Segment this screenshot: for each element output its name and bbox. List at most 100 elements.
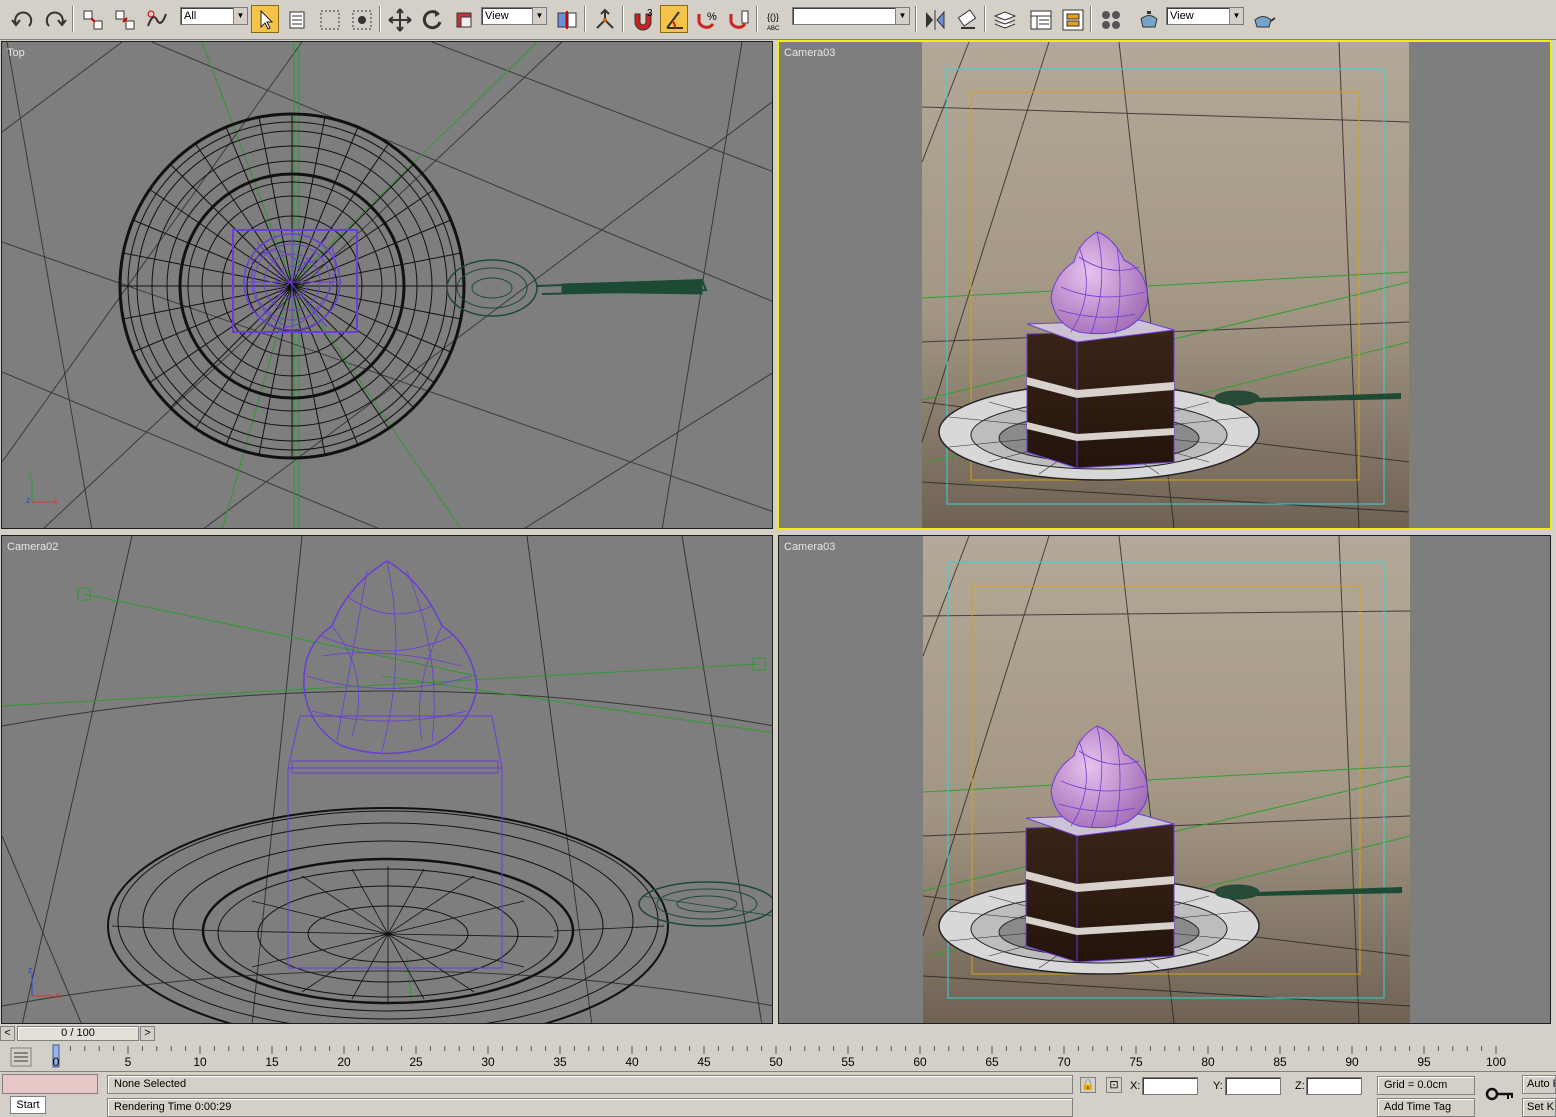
status-bar: Start None Selected Rendering Time 0:00:… [0,1071,1556,1117]
rendering-time-status: Rendering Time 0:00:29 [107,1098,1073,1117]
reference-coordinate-system-value: View [485,10,509,22]
selection-status: None Selected [107,1075,1073,1094]
tick-label: 90 [1345,1055,1359,1069]
select-and-rotate-icon[interactable] [417,5,445,33]
tick-label: 75 [1129,1055,1143,1069]
named-selection-sets-dropdown[interactable]: ▼ [792,7,910,25]
tick-label: 100 [1485,1055,1507,1069]
bind-space-warp-icon[interactable] [142,5,170,33]
add-time-tag-button[interactable]: Add Time Tag [1377,1098,1475,1117]
time-slider-prev-button[interactable]: < [0,1026,15,1041]
tick-label: 35 [553,1055,567,1069]
chevron-down-icon: ▼ [1229,8,1243,24]
tick-label: 60 [913,1055,927,1069]
chevron-down-icon: ▼ [895,8,909,24]
select-and-scale-icon[interactable] [449,5,477,33]
use-pivot-center-icon[interactable] [552,5,580,33]
schematic-view-icon[interactable] [1058,5,1086,33]
viewport-camera02[interactable]: x z Camera02 [1,535,773,1024]
percent-badge: % [707,11,717,23]
tick-label: 25 [409,1055,423,1069]
angle-snap-toggle-icon[interactable] [660,5,688,33]
y-label: Y: [1213,1080,1223,1092]
set-key-button[interactable]: Set K [1522,1098,1556,1117]
x-coordinate-field[interactable] [1142,1077,1198,1095]
track-bar[interactable]: 0 5 10 15 20 25 30 35 40 45 50 55 60 65 70 75 80 85 90 95 10… [0,1043,1556,1071]
viewport-top[interactable]: x y z Top [1,41,773,529]
tick-label: 15 [265,1055,279,1069]
tick-label: 40 [625,1055,639,1069]
tick-label: 45 [697,1055,711,1069]
material-editor-icon[interactable] [1096,5,1124,33]
tick-label: 80 [1201,1055,1215,1069]
grid-size-display: Grid = 0.0cm [1377,1076,1475,1095]
tick-label: 5 [124,1055,132,1069]
z-label: Z: [1295,1080,1305,1092]
z-coordinate-field[interactable] [1306,1077,1362,1095]
percent-snap-icon[interactable]: % [692,5,720,33]
time-slider-thumb[interactable]: 0 / 100 [17,1026,139,1041]
camera03-render-scene [779,536,1550,1023]
viewport-label[interactable]: Camera02 [7,541,58,553]
camera02-wireframe-scene: x z [2,536,772,1023]
start-button[interactable]: Start [10,1096,46,1114]
tick-label: 30 [481,1055,495,1069]
svg-text:x: x [53,496,58,506]
x-label: X: [1130,1080,1141,1092]
quick-render-icon[interactable] [1248,5,1276,33]
tick-label: 85 [1273,1055,1287,1069]
render-setup-icon[interactable] [1134,5,1162,33]
select-and-manipulate-icon[interactable] [590,5,618,33]
unlink-selection-icon[interactable] [110,5,138,33]
spinner-snap-icon[interactable] [724,5,752,33]
viewport-label[interactable]: Camera03 [784,47,835,59]
curve-editor-icon[interactable] [1026,5,1054,33]
selection-filter-dropdown[interactable]: All ▼ [180,7,248,25]
tick-label: 95 [1417,1055,1431,1069]
render-view-dropdown[interactable]: View ▼ [1166,7,1244,25]
svg-text:z: z [28,965,33,975]
reference-coordinate-system-dropdown[interactable]: View ▼ [481,7,547,25]
viewport-label[interactable]: Top [7,47,25,59]
chevron-down-icon: ▼ [233,8,247,24]
mirror-icon[interactable] [920,5,948,33]
viewport-camera03[interactable]: Camera03 [778,535,1551,1024]
select-and-move-icon[interactable] [385,5,413,33]
selection-filter-value: All [184,10,197,22]
tick-label: 0 [52,1055,60,1069]
align-icon[interactable] [952,5,980,33]
svg-text:y: y [28,470,33,480]
rectangular-selection-region-icon[interactable] [315,5,343,33]
redo-icon[interactable] [40,5,68,33]
chevron-down-icon: ▼ [532,8,546,24]
y-coordinate-field[interactable] [1225,1077,1281,1095]
lock-icon[interactable]: 🔒 [1080,1077,1096,1093]
layer-manager-icon[interactable] [990,5,1018,33]
svg-text:ABC: ABC [767,26,780,32]
select-object-icon[interactable] [251,5,279,33]
absolute-relative-toggle-icon[interactable]: ⊡ [1106,1077,1122,1093]
main-toolbar: All ▼ View ▼ 3 % {()} ABC ▼ View ▼ [0,0,1556,40]
tick-label: 65 [985,1055,999,1069]
render-view-value: View [1170,10,1194,22]
tick-label: 10 [193,1055,207,1069]
undo-icon[interactable] [8,5,36,33]
auto-key-button[interactable]: Auto K [1522,1075,1556,1094]
viewport-label[interactable]: Camera03 [784,541,835,553]
time-slider-next-button[interactable]: > [140,1026,155,1041]
time-slider[interactable]: < 0 / 100 > [0,1025,1556,1042]
top-viewport-scene: x y z [2,42,772,528]
maxscript-listener-input[interactable] [2,1074,98,1094]
select-by-name-icon[interactable] [283,5,311,33]
camera03-render-scene [779,42,1550,528]
tick-label: 50 [769,1055,783,1069]
select-and-link-icon[interactable] [78,5,106,33]
edit-named-selection-icon[interactable]: {()} ABC [762,5,790,33]
svg-text:{()}: {()} [767,12,779,22]
tick-label: 20 [337,1055,351,1069]
tick-label: 70 [1057,1055,1071,1069]
window-crossing-icon[interactable] [347,5,375,33]
snaps-toggle-icon[interactable]: 3 [628,5,656,33]
set-key-icon[interactable] [1484,1084,1516,1104]
viewport-camera03-active[interactable]: Camera03 [777,40,1552,530]
